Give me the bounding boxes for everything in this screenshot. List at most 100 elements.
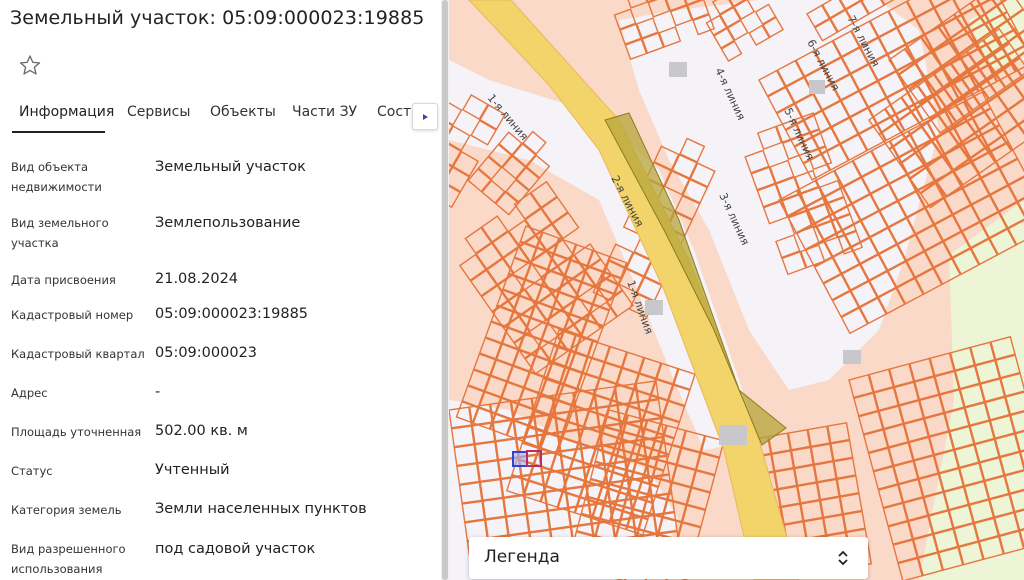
parcel (991, 109, 1019, 137)
tab-services[interactable]: Сервисы (127, 104, 190, 120)
parcel (475, 242, 504, 270)
parcel (501, 155, 527, 180)
parcel (971, 151, 1000, 179)
parcel (625, 0, 648, 9)
tab-objects[interactable]: Объекты (210, 104, 276, 120)
parcel (505, 178, 530, 204)
parcel (924, 241, 953, 269)
favorite-star-icon[interactable] (16, 52, 44, 80)
parcel (793, 464, 818, 487)
parcel (915, 7, 944, 35)
parcel (803, 517, 827, 540)
panel-scrollbar[interactable] (441, 0, 449, 580)
parcel (813, 460, 837, 483)
info-value: Земли населенных пунктов (155, 501, 367, 517)
parcel (830, 439, 854, 462)
info-label: Дата присвоения (11, 273, 116, 287)
tab-parts[interactable]: Части ЗУ (292, 104, 357, 120)
page-title: Земельный участок: 05:09:000023:19885 (10, 7, 425, 29)
building (669, 62, 687, 77)
info-label: Кадастровый квартал (11, 347, 145, 361)
info-value: 502.00 кв. м (155, 423, 248, 439)
info-value: под садовой участок (155, 541, 316, 557)
parcel (839, 492, 863, 515)
parcel (469, 269, 498, 297)
info-value: Земельный участок (155, 159, 306, 175)
info-value: 21.08.2024 (155, 271, 239, 287)
active-tab-indicator (12, 131, 105, 133)
info-value: 05:09:000023 (155, 345, 258, 361)
map-canvas[interactable]: 1-я линия 2-я линия 3-я линия 4-я линия … (449, 0, 1024, 580)
parcel (822, 514, 847, 536)
info-label: Площадь уточненная (11, 425, 142, 439)
parcel (997, 83, 1024, 111)
parcel (810, 443, 834, 465)
parcel (480, 215, 509, 243)
parcel (800, 499, 824, 522)
info-label: Вид объекта недвижимости (11, 160, 102, 194)
parcel (906, 0, 935, 18)
info-value: 05:09:000023:19885 (155, 306, 309, 322)
tab-information[interactable]: Информация (19, 104, 114, 120)
parcel (771, 450, 795, 472)
parcel (943, 187, 972, 215)
parcel (937, 13, 965, 41)
parcel (990, 141, 1019, 169)
parcel (989, 184, 1018, 212)
building (809, 80, 825, 94)
parcel (464, 226, 493, 255)
scrollbar-thumb[interactable] (442, 0, 448, 580)
parcel (449, 181, 462, 209)
building (843, 350, 861, 364)
parcel (529, 180, 558, 209)
parcel (790, 446, 814, 469)
parcel (952, 204, 981, 232)
info-label: Кадастровый номер (11, 308, 134, 322)
parcel (819, 496, 844, 519)
chevron-up-down-icon (836, 548, 850, 568)
info-value: Учтенный (155, 462, 230, 478)
parcel (836, 475, 860, 497)
parcel (540, 196, 569, 224)
parcel (933, 214, 962, 242)
parcel (458, 253, 487, 282)
parcel (477, 155, 503, 181)
parcel (915, 224, 944, 252)
parcel (896, 277, 925, 305)
parcel (1017, 113, 1024, 140)
parcel (842, 510, 866, 533)
parcel (515, 166, 541, 192)
info-label: Вид земельного участка (11, 216, 109, 250)
parcel (774, 467, 798, 490)
parcel (826, 421, 851, 444)
building (719, 425, 747, 445)
info-label: Вид разрешенного использования (11, 542, 126, 576)
tabs-bar: Информация Сервисы Объекты Части ЗУ Сост… (0, 100, 445, 134)
parcel (780, 503, 804, 525)
parcel (796, 482, 821, 504)
info-value: Землепользование (155, 215, 301, 231)
parcel (481, 179, 506, 205)
parcel (970, 194, 999, 222)
parcel (905, 250, 934, 279)
tab-scroll-button[interactable] (412, 103, 438, 130)
parcel (491, 230, 520, 259)
legend-dropdown[interactable]: Легенда (469, 537, 868, 579)
info-label: Адрес (11, 386, 48, 400)
selected-parcel (512, 451, 528, 467)
parcel (777, 485, 801, 508)
info-value: - (155, 384, 161, 400)
parcel (787, 428, 811, 451)
cadastral-map[interactable]: 1-я линия 2-я линия 3-я линия 4-я линия … (449, 0, 1024, 580)
legend-label: Легенда (484, 547, 560, 567)
info-label: Статус (11, 464, 53, 478)
chevron-right-icon (420, 107, 430, 126)
parcel (999, 158, 1024, 186)
parcel (551, 211, 580, 240)
parcel (980, 168, 1009, 196)
parcel (816, 478, 840, 501)
parcel (914, 267, 943, 295)
info-label: Категория земель (11, 503, 122, 517)
info-panel: Земельный участок: 05:09:000023:19885 Ин… (0, 0, 445, 580)
parcel (807, 425, 831, 448)
